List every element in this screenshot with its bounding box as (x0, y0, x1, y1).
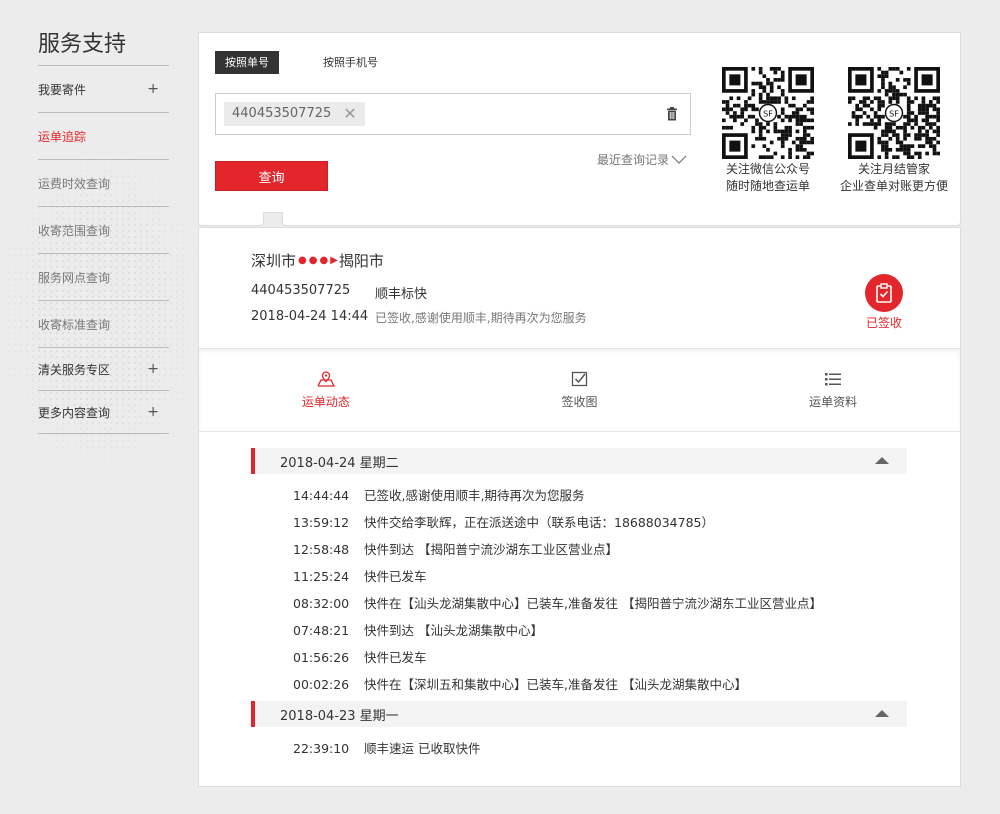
sidebar-item-standards[interactable]: 收寄标准查询 (38, 301, 169, 348)
search-mode-tabs: 按照单号 按照手机号 (215, 51, 388, 74)
sidebar-item-label: 更多内容查询 (38, 405, 111, 420)
collapse-caret-icon[interactable] (875, 457, 889, 464)
tab-tracking-updates[interactable]: 运单动态 (199, 349, 453, 431)
sidebar-item-tracking[interactable]: 运单追踪 (38, 113, 169, 160)
tracking-event: 01:56:26 快件已发车 (293, 650, 427, 665)
qr-caption-wechat: 关注微信公众号 随时随地查运单 (725, 162, 810, 193)
day-date: 2018-04-24 星期二 (280, 455, 399, 471)
sidebar: 服务支持 我要寄件 + 运单追踪 运费时效查询 收寄范围查询 服务网点查询 收寄… (38, 28, 169, 434)
sidebar-item-label: 收寄标准查询 (38, 317, 111, 332)
sidebar-item-send[interactable]: 我要寄件 + (38, 66, 169, 113)
tracking-event: 22:39:10 顺丰速运 已收取快件 (293, 741, 481, 756)
waybill-chip: 440453507725 ✕ (224, 102, 365, 126)
list-icon (825, 372, 842, 385)
plus-icon: + (147, 361, 159, 377)
signature-check-icon (571, 371, 587, 386)
trash-icon[interactable] (666, 107, 678, 121)
sidebar-item-label: 服务网点查询 (38, 270, 111, 285)
chevron-down-icon (671, 155, 687, 164)
clipboard-check-icon (876, 283, 892, 303)
sidebar-item-label: 收寄范围查询 (38, 223, 111, 238)
sidebar-item-label: 我要寄件 (38, 82, 87, 97)
collapse-caret-icon[interactable] (875, 710, 889, 717)
latest-status-row: 2018-04-24 14:44 已签收,感谢使用顺丰,期待再次为您服务 (251, 309, 587, 325)
panel-notch-left (198, 212, 264, 226)
sidebar-item-coverage[interactable]: 收寄范围查询 (38, 207, 169, 254)
sidebar-item-more[interactable]: 更多内容查询 + (38, 391, 169, 434)
tracking-event: 11:25:24 快件已发车 (293, 569, 427, 584)
sidebar-item-freight[interactable]: 运费时效查询 (38, 160, 169, 207)
tab-by-waybill[interactable]: 按照单号 (215, 51, 279, 74)
tab-waybill-details[interactable]: 运单资料 (706, 349, 960, 431)
route-arrow-icon: ▶ (330, 255, 338, 266)
svg-text:SF: SF (763, 108, 773, 118)
day-marker (251, 701, 255, 727)
signed-label: 已签收 (865, 316, 902, 330)
signed-badge (865, 274, 903, 312)
qr-caption-monthly-manager: 关注月结管家 企业查单对账更方便 (839, 162, 948, 193)
tab-by-phone[interactable]: 按照手机号 (313, 51, 388, 74)
destination-city: 揭阳市 (338, 252, 384, 270)
close-icon[interactable]: ✕ (343, 102, 356, 126)
day-marker (251, 448, 255, 474)
latest-datetime: 2018-04-24 14:44 (251, 309, 369, 324)
sidebar-item-outlets[interactable]: 服务网点查询 (38, 254, 169, 301)
query-button[interactable]: 查询 (215, 161, 328, 191)
recent-queries-toggle[interactable]: 最近查询记录 (597, 151, 687, 168)
panel-notch-right (282, 212, 961, 226)
qr-code-wechat: SF (722, 67, 814, 159)
result-subtabs: 运单动态 签收图 运单资料 (199, 348, 960, 432)
plus-icon: + (147, 81, 159, 97)
route-dots-icon: ●●● (298, 255, 331, 266)
waybill-number: 440453507725 (251, 283, 351, 298)
sidebar-item-label: 运单追踪 (38, 129, 87, 144)
sidebar-item-label: 运费时效查询 (38, 176, 111, 191)
origin-city: 深圳市 (251, 252, 297, 270)
sidebar-item-customs[interactable]: 清关服务专区 + (38, 348, 169, 391)
qr-code-monthly-manager: SF (848, 67, 940, 159)
plus-icon: + (147, 404, 159, 420)
svg-text:SF: SF (889, 108, 899, 118)
waybill-chip-value: 440453507725 (232, 106, 332, 121)
sidebar-title: 服务支持 (38, 28, 169, 66)
route: 深圳市 ●●● ▶ 揭阳市 (251, 250, 384, 271)
sidebar-item-label: 清关服务专区 (38, 362, 111, 377)
day-date: 2018-04-23 星期一 (280, 708, 399, 724)
latest-status: 已签收,感谢使用顺丰,期待再次为您服务 (375, 311, 587, 325)
tracking-event: 08:32:00 快件在【汕头龙湖集散中心】已装车,准备发往 【揭阳普宁流沙湖东工… (293, 596, 822, 611)
tracking-event: 00:02:26 快件在【深圳五和集散中心】已装车,准备发往 【汕头龙湖集散中心】 (293, 677, 747, 692)
tracking-event: 07:48:21 快件到达 【汕头龙湖集散中心】 (293, 623, 543, 638)
day-group-header[interactable]: 2018-04-24 星期二 (251, 448, 907, 474)
waybill-info-row: 440453507725 顺丰标快 (251, 283, 427, 302)
tracking-event: 14:44:44 已签收,感谢使用顺丰,期待再次为您服务 (293, 488, 585, 503)
tab-receipt-image[interactable]: 签收图 (453, 349, 707, 431)
search-panel: 按照单号 按照手机号 440453507725 ✕ 查询 最近查询记录 SF S… (198, 32, 961, 213)
tracking-event: 12:58:48 快件到达 【揭阳普宁流沙湖东工业区营业点】 (293, 542, 618, 557)
recent-queries-label: 最近查询记录 (597, 153, 670, 167)
day-group-header[interactable]: 2018-04-23 星期一 (251, 701, 907, 727)
tracking-event: 13:59:12 快件交给李耿辉，正在派送途中（联系电话：18688034785） (293, 515, 714, 530)
waybill-search-input[interactable]: 440453507725 ✕ (215, 93, 691, 135)
service-type: 顺丰标快 (375, 287, 428, 302)
result-panel: 深圳市 ●●● ▶ 揭阳市 440453507725 顺丰标快 2018-04-… (198, 227, 961, 787)
map-pin-icon (317, 370, 335, 387)
